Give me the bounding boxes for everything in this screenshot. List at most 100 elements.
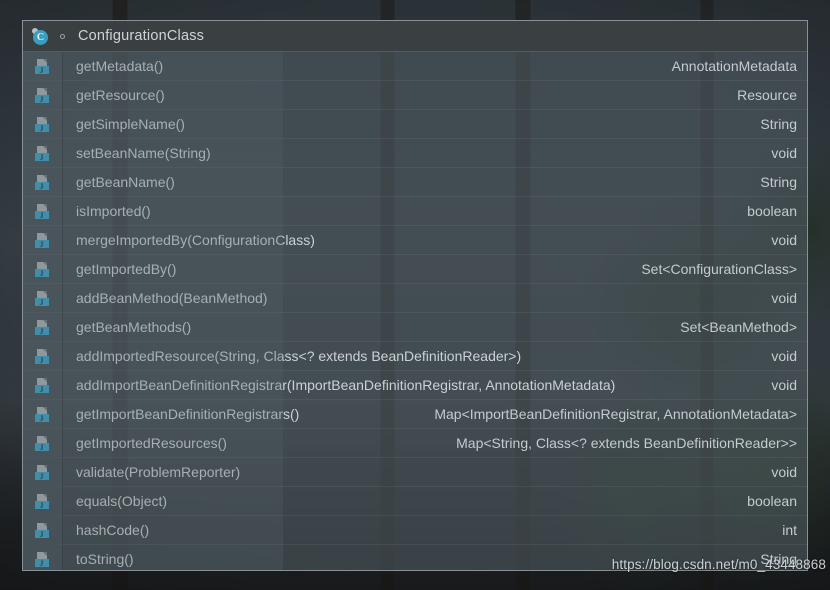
java-method-icon: J — [34, 290, 51, 307]
method-icon-cell: J — [23, 371, 62, 399]
java-method-icon-letter: J — [39, 471, 44, 481]
list-item[interactable]: J validate(ProblemReporter) void — [23, 458, 807, 487]
list-item[interactable]: J mergeImportedBy(ConfigurationClass) vo… — [23, 226, 807, 255]
list-item[interactable]: J getSimpleName() String — [23, 110, 807, 139]
class-icon-letter: C — [36, 31, 45, 43]
java-method-icon-letter: J — [39, 326, 44, 336]
method-icon-cell: J — [23, 313, 62, 341]
method-icon-cell: J — [23, 429, 62, 457]
member-return-type: void — [771, 145, 797, 161]
member-signature: getResource() — [76, 87, 165, 103]
member-signature: getImportedResources() — [76, 435, 227, 451]
method-icon-cell: J — [23, 52, 62, 80]
list-item[interactable]: J getImportedBy() Set<ConfigurationClass… — [23, 255, 807, 284]
list-item[interactable]: J getMetadata() AnnotationMetadata — [23, 52, 807, 81]
member-signature: addBeanMethod(BeanMethod) — [76, 290, 268, 306]
method-icon-cell: J — [23, 139, 62, 167]
member-return-type: Map<String, Class<? extends BeanDefiniti… — [456, 435, 797, 451]
member-return-type: void — [771, 464, 797, 480]
java-method-icon-letter: J — [39, 65, 44, 75]
java-method-icon: J — [34, 319, 51, 336]
java-method-icon-letter: J — [39, 152, 44, 162]
method-icon-cell: J — [23, 284, 62, 312]
list-item[interactable]: J setBeanName(String) void — [23, 139, 807, 168]
method-icon-cell: J — [23, 255, 62, 283]
method-icon-cell: J — [23, 197, 62, 225]
method-icon-cell: J — [23, 400, 62, 428]
member-return-type: void — [771, 232, 797, 248]
java-method-icon: J — [34, 464, 51, 481]
member-signature: setBeanName(String) — [76, 145, 211, 161]
method-icon-cell: J — [23, 110, 62, 138]
java-method-icon-letter: J — [39, 297, 44, 307]
list-item[interactable]: J equals(Object) boolean — [23, 487, 807, 516]
member-signature: getImportBeanDefinitionRegistrars() — [76, 406, 300, 422]
list-item[interactable]: J getBeanMethods() Set<BeanMethod> — [23, 313, 807, 342]
java-method-icon-letter: J — [39, 442, 44, 452]
member-return-type: Set<ConfigurationClass> — [641, 261, 797, 277]
member-signature: getBeanMethods() — [76, 319, 192, 335]
class-structure-popup: C ConfigurationClass J getMetadata() Ann… — [22, 20, 808, 571]
method-icon-cell: J — [23, 168, 62, 196]
member-signature: validate(ProblemReporter) — [76, 464, 241, 480]
member-signature: isImported() — [76, 203, 151, 219]
java-method-icon: J — [34, 435, 51, 452]
page-title: ConfigurationClass — [78, 28, 205, 44]
watermark: https://blog.csdn.net/m0_43448868 — [611, 557, 826, 572]
member-list[interactable]: J getMetadata() AnnotationMetadata J get… — [23, 52, 807, 570]
java-method-icon: J — [34, 522, 51, 539]
member-return-type: Resource — [737, 87, 797, 103]
member-return-type: int — [782, 522, 797, 538]
member-return-type: AnnotationMetadata — [671, 58, 797, 74]
list-item[interactable]: J getImportedResources() Map<String, Cla… — [23, 429, 807, 458]
java-method-icon: J — [34, 58, 51, 75]
member-signature: getMetadata() — [76, 58, 164, 74]
member-return-type: boolean — [747, 203, 797, 219]
list-item[interactable]: J addImportBeanDefinitionRegistrar(Impor… — [23, 371, 807, 400]
member-return-type: Map<ImportBeanDefinitionRegistrar, Annot… — [434, 406, 797, 422]
list-item[interactable]: J addImportedResource(String, Class<? ex… — [23, 342, 807, 371]
method-icon-cell: J — [23, 487, 62, 515]
list-item[interactable]: J addBeanMethod(BeanMethod) void — [23, 284, 807, 313]
member-signature: hashCode() — [76, 522, 150, 538]
class-icon: C — [32, 27, 49, 45]
member-signature: getImportedBy() — [76, 261, 177, 277]
java-method-icon: J — [34, 174, 51, 191]
list-item[interactable]: J hashCode() int — [23, 516, 807, 545]
java-method-icon: J — [34, 348, 51, 365]
member-signature: addImportBeanDefinitionRegistrar(ImportB… — [76, 377, 616, 393]
java-method-icon: J — [34, 551, 51, 568]
member-return-type: String — [760, 174, 797, 190]
method-icon-cell: J — [23, 342, 62, 370]
member-signature: mergeImportedBy(ConfigurationClass) — [76, 232, 315, 248]
list-item[interactable]: J getBeanName() String — [23, 168, 807, 197]
member-return-type: void — [771, 290, 797, 306]
java-method-icon: J — [34, 87, 51, 104]
method-icon-cell: J — [23, 545, 62, 570]
java-method-icon: J — [34, 377, 51, 394]
java-method-icon: J — [34, 493, 51, 510]
java-method-icon: J — [34, 232, 51, 249]
java-method-icon-letter: J — [39, 384, 44, 394]
java-method-icon: J — [34, 261, 51, 278]
member-return-type: String — [760, 116, 797, 132]
member-return-type: Set<BeanMethod> — [680, 319, 797, 335]
list-item[interactable]: J getResource() Resource — [23, 81, 807, 110]
java-method-icon-letter: J — [39, 355, 44, 365]
java-method-icon-letter: J — [39, 529, 44, 539]
list-item[interactable]: J getImportBeanDefinitionRegistrars() Ma… — [23, 400, 807, 429]
member-return-type: void — [771, 377, 797, 393]
method-icon-cell: J — [23, 81, 62, 109]
java-method-icon-letter: J — [39, 210, 44, 220]
member-return-type: void — [771, 348, 797, 364]
java-method-icon: J — [34, 116, 51, 133]
list-item[interactable]: J isImported() boolean — [23, 197, 807, 226]
dot-marker-icon — [60, 33, 65, 39]
java-method-icon-letter: J — [39, 94, 44, 104]
member-rows[interactable]: J getMetadata() AnnotationMetadata J get… — [23, 52, 807, 570]
member-signature: getSimpleName() — [76, 116, 185, 132]
java-method-icon-letter: J — [39, 181, 44, 191]
member-signature: addImportedResource(String, Class<? exte… — [76, 348, 522, 364]
method-icon-cell: J — [23, 458, 62, 486]
member-return-type: boolean — [747, 493, 797, 509]
